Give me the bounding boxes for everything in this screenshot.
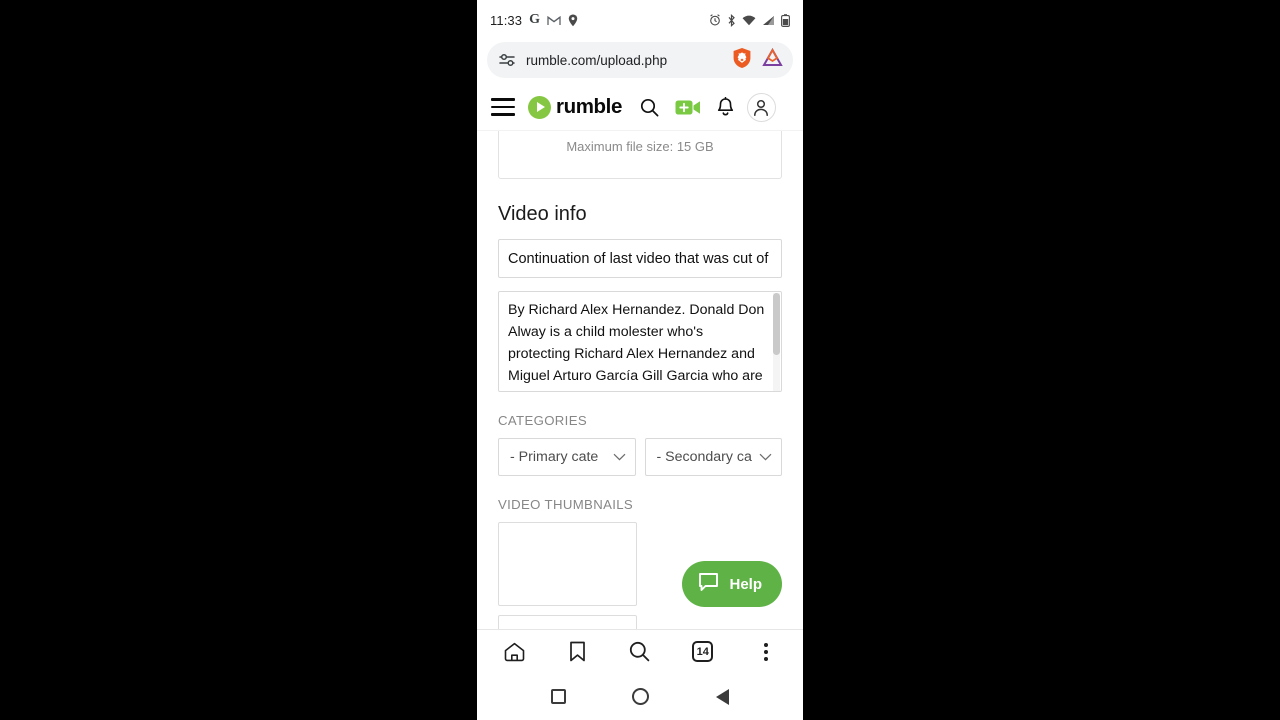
page-content: Maximum file size: 15 GB Video info Cont… [477,131,803,629]
browser-bottom-toolbar: 14 [477,629,803,673]
notifications-bell-icon[interactable] [711,92,741,122]
brave-shield-lion-icon[interactable] [732,47,752,74]
google-icon: G [529,12,540,27]
chat-bubble-icon [698,572,719,597]
browser-url-bar-area: rumble.com/upload.php [477,40,803,84]
help-button[interactable]: Help [682,561,782,607]
rumble-logo[interactable]: rumble [528,95,622,119]
battery-icon [781,13,790,27]
location-pin-icon [568,14,578,27]
hamburger-menu-icon[interactable] [491,98,515,116]
thumbnail-option[interactable] [498,615,637,629]
android-status-bar: 11:33 G [477,0,803,40]
secondary-category-value: - Secondary ca [656,449,752,465]
bookmarks-icon[interactable] [555,632,599,672]
rumble-logo-text: rumble [556,95,622,118]
bluetooth-icon [727,13,736,27]
video-info-heading: Video info [498,203,587,225]
search-icon[interactable] [618,632,662,672]
cell-signal-icon [762,15,775,26]
description-scrollbar-thumb[interactable] [773,293,780,355]
video-description-input[interactable]: By Richard Alex Hernandez. Donald Don Al… [498,291,782,392]
upload-video-icon[interactable] [673,92,703,122]
video-title-input[interactable]: Continuation of last video that was cut … [498,239,782,278]
secondary-category-select[interactable]: - Secondary ca [644,438,782,476]
video-thumbnails-label: VIDEO THUMBNAILS [498,497,634,512]
primary-category-value: - Primary cate [510,449,599,465]
site-header: rumble [477,84,803,131]
video-description-text: By Richard Alex Hernandez. Donald Don Al… [508,302,768,384]
status-bar-clock: 11:33 [490,12,523,28]
home-icon[interactable] [492,632,536,672]
help-button-label: Help [729,575,762,593]
tab-switcher-button[interactable]: 14 [681,632,725,672]
wifi-icon [742,15,756,26]
page-settings-icon[interactable] [499,53,516,67]
thumbnail-option[interactable] [498,522,637,606]
recents-button[interactable] [536,675,580,719]
screen: 11:33 G rumble.com/upload.php rumble Max… [0,0,1280,720]
tab-count-badge: 14 [692,641,714,662]
max-file-size-text: Maximum file size: 15 GB [566,139,714,154]
categories-row: - Primary cate - Secondary ca [498,438,782,476]
primary-category-select[interactable]: - Primary cate [498,438,636,476]
chevron-down-icon [613,448,626,466]
search-icon[interactable] [635,92,665,122]
back-button[interactable] [700,675,744,719]
gmail-icon [547,15,561,26]
browser-menu-icon[interactable] [744,632,788,672]
phone-viewport: 11:33 G rumble.com/upload.php rumble Max… [477,0,803,720]
brave-rewards-triangle-icon[interactable] [762,47,783,72]
alarm-icon [709,14,721,26]
home-button[interactable] [618,675,662,719]
url-text[interactable]: rumble.com/upload.php [526,53,722,68]
rumble-play-icon [528,95,551,119]
chevron-down-icon [759,448,772,466]
omnibox[interactable]: rumble.com/upload.php [487,42,793,78]
account-avatar-button[interactable] [746,92,776,122]
max-file-size-box: Maximum file size: 15 GB [498,131,782,179]
categories-label: CATEGORIES [498,413,587,428]
android-nav-bar [477,673,803,720]
